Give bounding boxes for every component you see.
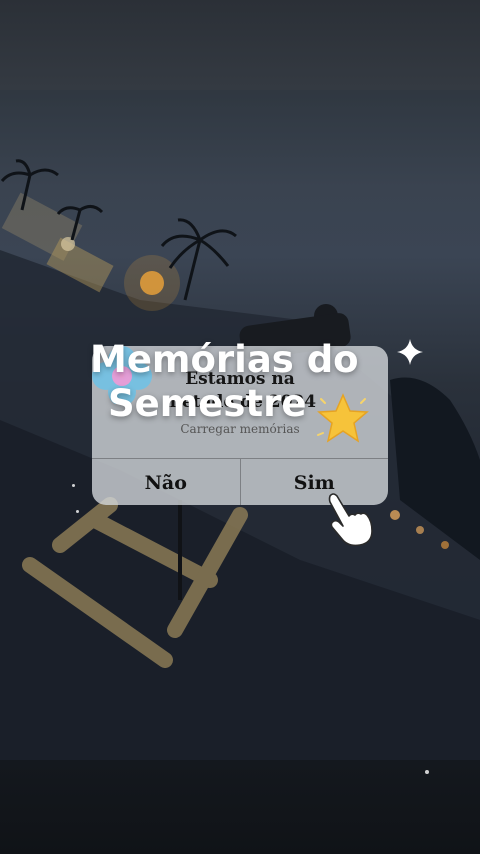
dust-particle [76, 510, 79, 513]
bottom-band [0, 760, 480, 854]
sparkle-icon [397, 339, 423, 365]
pointing-hand-icon [328, 493, 373, 546]
star-icon [317, 393, 369, 443]
dust-particle [425, 770, 429, 774]
dust-particle [72, 484, 75, 487]
flower-icon [92, 346, 152, 404]
no-button[interactable]: Não [92, 459, 240, 505]
